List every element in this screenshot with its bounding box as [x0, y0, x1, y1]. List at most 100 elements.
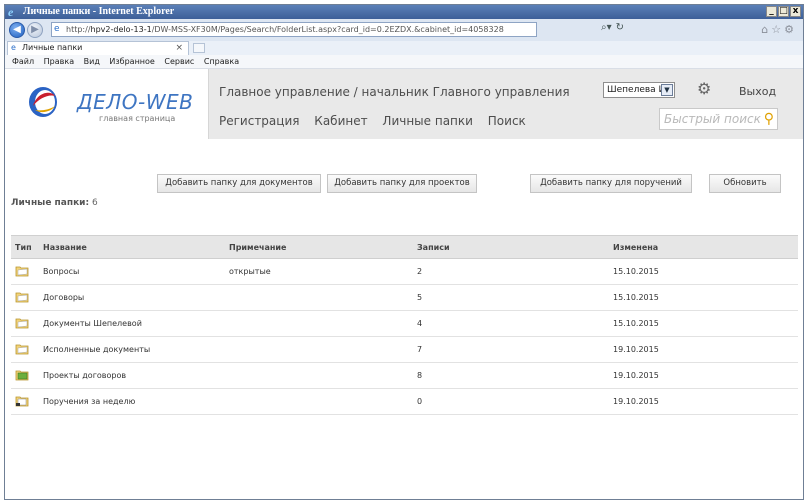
folder-note	[225, 362, 413, 389]
delo-logo-icon	[29, 87, 57, 117]
new-tab-button[interactable]	[193, 43, 205, 53]
folder-changed: 19.10.2015	[609, 336, 798, 363]
search-dropdown-icon[interactable]: ⌕▾	[601, 22, 612, 33]
forward-button[interactable]: ▶	[27, 22, 43, 38]
folder-records: 7	[413, 336, 609, 363]
page-favicon-icon: e	[54, 24, 60, 34]
folder-type-cell	[11, 258, 39, 285]
column-name[interactable]: Название	[39, 235, 225, 259]
title-bar: e Личные папки - Internet Explorer _ □ x	[5, 5, 803, 19]
nav-personal-folders[interactable]: Личные папки	[382, 114, 473, 128]
table-header-row: Тип Название Примечание Записи Изменена	[11, 235, 798, 259]
address-bar[interactable]: e http://hpv2-delo-13-1/DW-MSS-XF30M/Page…	[51, 22, 537, 37]
back-button[interactable]: ◀	[9, 22, 25, 38]
menu-tools[interactable]: Сервис	[164, 57, 194, 66]
address-row: ◀ ▶ e http://hpv2-delo-13-1/DW-MSS-XF30M/…	[5, 19, 803, 42]
folder-changed: 15.10.2015	[609, 310, 798, 337]
add-projects-folder-button[interactable]: Добавить папку для проектов	[327, 174, 477, 193]
folder-type-cell	[11, 388, 39, 415]
organization-title: Главное управление / начальник Главного …	[219, 85, 570, 99]
nav-search[interactable]: Поиск	[488, 114, 526, 128]
folder-name[interactable]: Договоры	[39, 284, 225, 311]
table-row[interactable]: Исполненные документы 7 19.10.2015	[11, 336, 798, 363]
menu-view[interactable]: Вид	[84, 57, 100, 66]
folder-assignments-icon	[15, 395, 29, 407]
table-row[interactable]: Поручения за неделю 0 19.10.2015	[11, 388, 798, 415]
folder-changed: 15.10.2015	[609, 258, 798, 285]
folder-type-cell	[11, 310, 39, 337]
column-type[interactable]: Тип	[11, 235, 39, 259]
folder-changed: 15.10.2015	[609, 284, 798, 311]
column-records[interactable]: Записи	[413, 235, 609, 259]
folder-note: открытые	[225, 258, 413, 285]
address-tools: ⌕▾ ↻	[601, 22, 628, 33]
menu-bar: Файл Правка Вид Избранное Сервис Справка	[5, 55, 803, 69]
main-nav: Регистрация Кабинет Личные папки Поиск	[219, 114, 537, 128]
home-icon[interactable]: ⌂	[761, 23, 771, 36]
folder-records: 5	[413, 284, 609, 311]
folder-note	[225, 388, 413, 415]
ie-logo-icon: e	[8, 5, 14, 19]
tab-close-icon[interactable]: ×	[175, 42, 183, 54]
column-note[interactable]: Примечание	[225, 235, 413, 259]
folder-name[interactable]: Вопросы	[39, 258, 225, 285]
folder-records: 8	[413, 362, 609, 389]
folder-note	[225, 336, 413, 363]
column-changed[interactable]: Изменена	[609, 235, 798, 259]
folder-type-cell	[11, 284, 39, 311]
refresh-icon[interactable]: ↻	[616, 22, 624, 33]
logo-area[interactable]: ДЕЛО-WEB главная страница	[5, 69, 209, 139]
app-logo-text: ДЕЛО-WEB	[77, 90, 194, 114]
folder-projects-icon	[15, 369, 29, 381]
app-header: ДЕЛО-WEB главная страница Главное управл…	[5, 69, 803, 139]
folder-documents-icon	[15, 317, 29, 329]
user-select[interactable]: Шепелева И.Г ▼	[603, 82, 675, 98]
minimize-button[interactable]: _	[766, 6, 777, 17]
add-documents-folder-button[interactable]: Добавить папку для документов	[157, 174, 321, 193]
close-window-button[interactable]: x	[790, 6, 801, 17]
exit-link[interactable]: Выход	[739, 85, 776, 98]
folder-documents-icon	[15, 265, 29, 277]
tab-favicon-icon: e	[11, 43, 16, 52]
folder-name[interactable]: Проекты договоров	[39, 362, 225, 389]
home-page-link[interactable]: главная страница	[99, 114, 175, 123]
table-row[interactable]: Договоры 5 15.10.2015	[11, 284, 798, 311]
quick-search-input[interactable]: Быстрый поиск ⚲	[659, 108, 778, 130]
favorites-star-icon[interactable]: ☆	[771, 23, 784, 36]
window-controls: _ □ x	[765, 6, 801, 18]
menu-favorites[interactable]: Избранное	[109, 57, 154, 66]
browser-right-icons: ⌂☆⚙	[761, 23, 797, 36]
folders-table: Тип Название Примечание Записи Изменена …	[11, 235, 798, 415]
folder-name[interactable]: Поручения за неделю	[39, 388, 225, 415]
folder-changed: 19.10.2015	[609, 388, 798, 415]
folder-documents-icon	[15, 291, 29, 303]
folders-count: Личные папки: 6	[11, 198, 98, 208]
chevron-down-icon: ▼	[661, 84, 673, 96]
nav-cabinet[interactable]: Кабинет	[314, 114, 367, 128]
menu-file[interactable]: Файл	[12, 57, 34, 66]
folder-note	[225, 284, 413, 311]
refresh-button[interactable]: Обновить	[709, 174, 781, 193]
settings-gear-icon[interactable]: ⚙	[697, 81, 711, 97]
browser-window: e Личные папки - Internet Explorer _ □ x ◀…	[4, 4, 804, 500]
table-row[interactable]: Вопросы открытые 2 15.10.2015	[11, 258, 798, 285]
table-row[interactable]: Документы Шепелевой 4 15.10.2015	[11, 310, 798, 337]
maximize-button[interactable]: □	[778, 6, 789, 17]
search-icon[interactable]: ⚲	[764, 110, 774, 128]
folder-type-cell	[11, 362, 39, 389]
tab-personal-folders[interactable]: e Личные папки ×	[7, 41, 189, 55]
folder-records: 0	[413, 388, 609, 415]
folders-toolbar: Добавить папку для документов Добавить п…	[5, 139, 803, 229]
table-row[interactable]: Проекты договоров 8 19.10.2015	[11, 362, 798, 389]
menu-help[interactable]: Справка	[204, 57, 239, 66]
menu-edit[interactable]: Правка	[44, 57, 74, 66]
add-assignments-folder-button[interactable]: Добавить папку для поручений	[530, 174, 692, 193]
folder-name[interactable]: Исполненные документы	[39, 336, 225, 363]
tools-gear-icon[interactable]: ⚙	[784, 23, 797, 36]
folder-records: 2	[413, 258, 609, 285]
folder-note	[225, 310, 413, 337]
nav-registration[interactable]: Регистрация	[219, 114, 299, 128]
tab-row: e Личные папки ×	[5, 41, 803, 56]
folder-name[interactable]: Документы Шепелевой	[39, 310, 225, 337]
folder-type-cell	[11, 336, 39, 363]
